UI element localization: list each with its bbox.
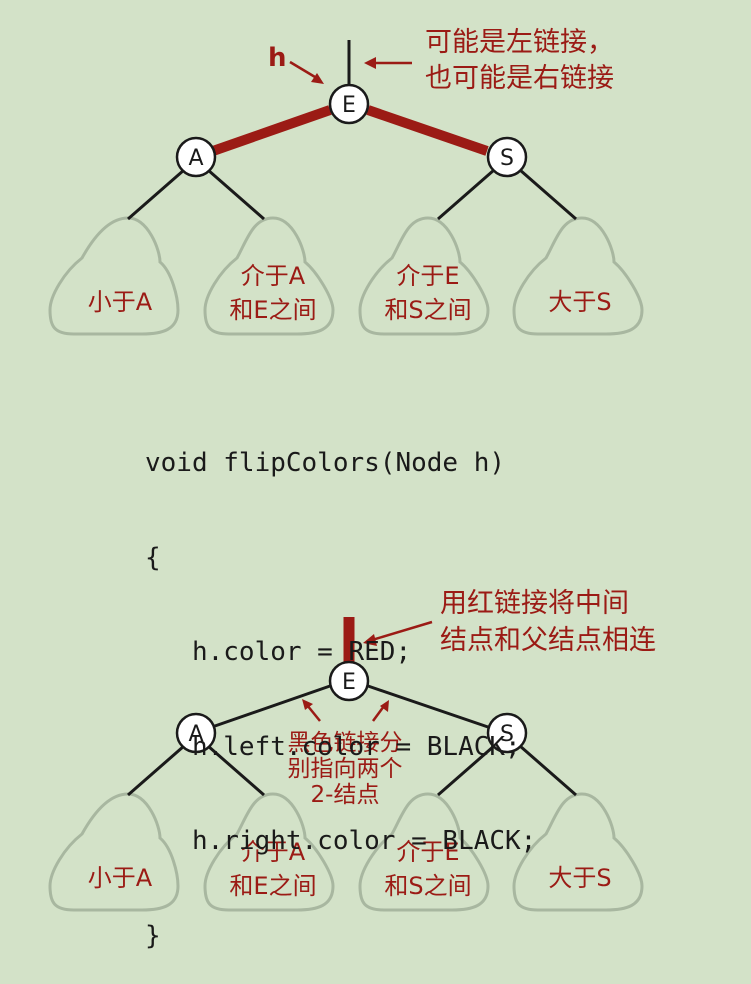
top-node-e-label: E <box>342 93 356 118</box>
top-subtree-label-4: 大于S <box>548 288 611 316</box>
top-red-link-e-a <box>211 105 332 156</box>
top-node-a-label: A <box>188 146 203 171</box>
top-node-a: A <box>175 136 217 178</box>
top-subtree-label-3a: 介于E <box>396 262 459 290</box>
top-node-s: S <box>486 136 528 178</box>
code-line-5: h.right.color = BLACK; <box>145 826 537 856</box>
top-subtree-label-1: 小于A <box>88 288 153 316</box>
top-subtree-label-3b: 和S之间 <box>384 296 471 324</box>
top-link-s-right <box>519 168 577 221</box>
top-note-line-1: 可能是左链接， <box>425 27 614 58</box>
code-line-6: } <box>145 920 161 951</box>
bottom-subtree-label-4: 大于S <box>548 864 611 892</box>
top-note-arrow-head <box>364 57 376 69</box>
h-label: h <box>268 43 287 73</box>
flip-colors-figure: E A S 小于A 介于A 和E之间 介于E 和S之间 大于S h 可能是左链接… <box>0 0 751 971</box>
top-node-s-label: S <box>500 146 514 171</box>
top-link-a-right <box>207 168 265 221</box>
top-link-a-left <box>127 168 185 221</box>
top-subtree-less-than-a <box>48 216 180 336</box>
top-subtree-label-2a: 介于A <box>241 262 306 290</box>
code-line-2: { <box>145 542 161 573</box>
top-subtree-label-2b: 和E之间 <box>229 296 316 324</box>
top-tree: E A S 小于A 介于A 和E之间 介于E 和S之间 大于S h 可能是左链接… <box>48 27 644 336</box>
code-line-1: void flipColors(Node h) <box>145 448 506 478</box>
top-note-line-2: 也可能是右链接 <box>425 63 614 94</box>
top-node-e: E <box>328 83 370 125</box>
code-line-4: h.left.color = BLACK; <box>145 731 521 762</box>
top-red-link-e-s <box>366 105 489 156</box>
top-subtree-greater-than-s <box>512 216 644 336</box>
code-line-3: h.color = RED; <box>145 637 412 667</box>
bottom-subtree-label-1: 小于A <box>88 864 153 892</box>
top-link-s-left <box>437 168 495 221</box>
code-block: void flipColors(Node h) { h.color = RED;… <box>145 385 536 984</box>
